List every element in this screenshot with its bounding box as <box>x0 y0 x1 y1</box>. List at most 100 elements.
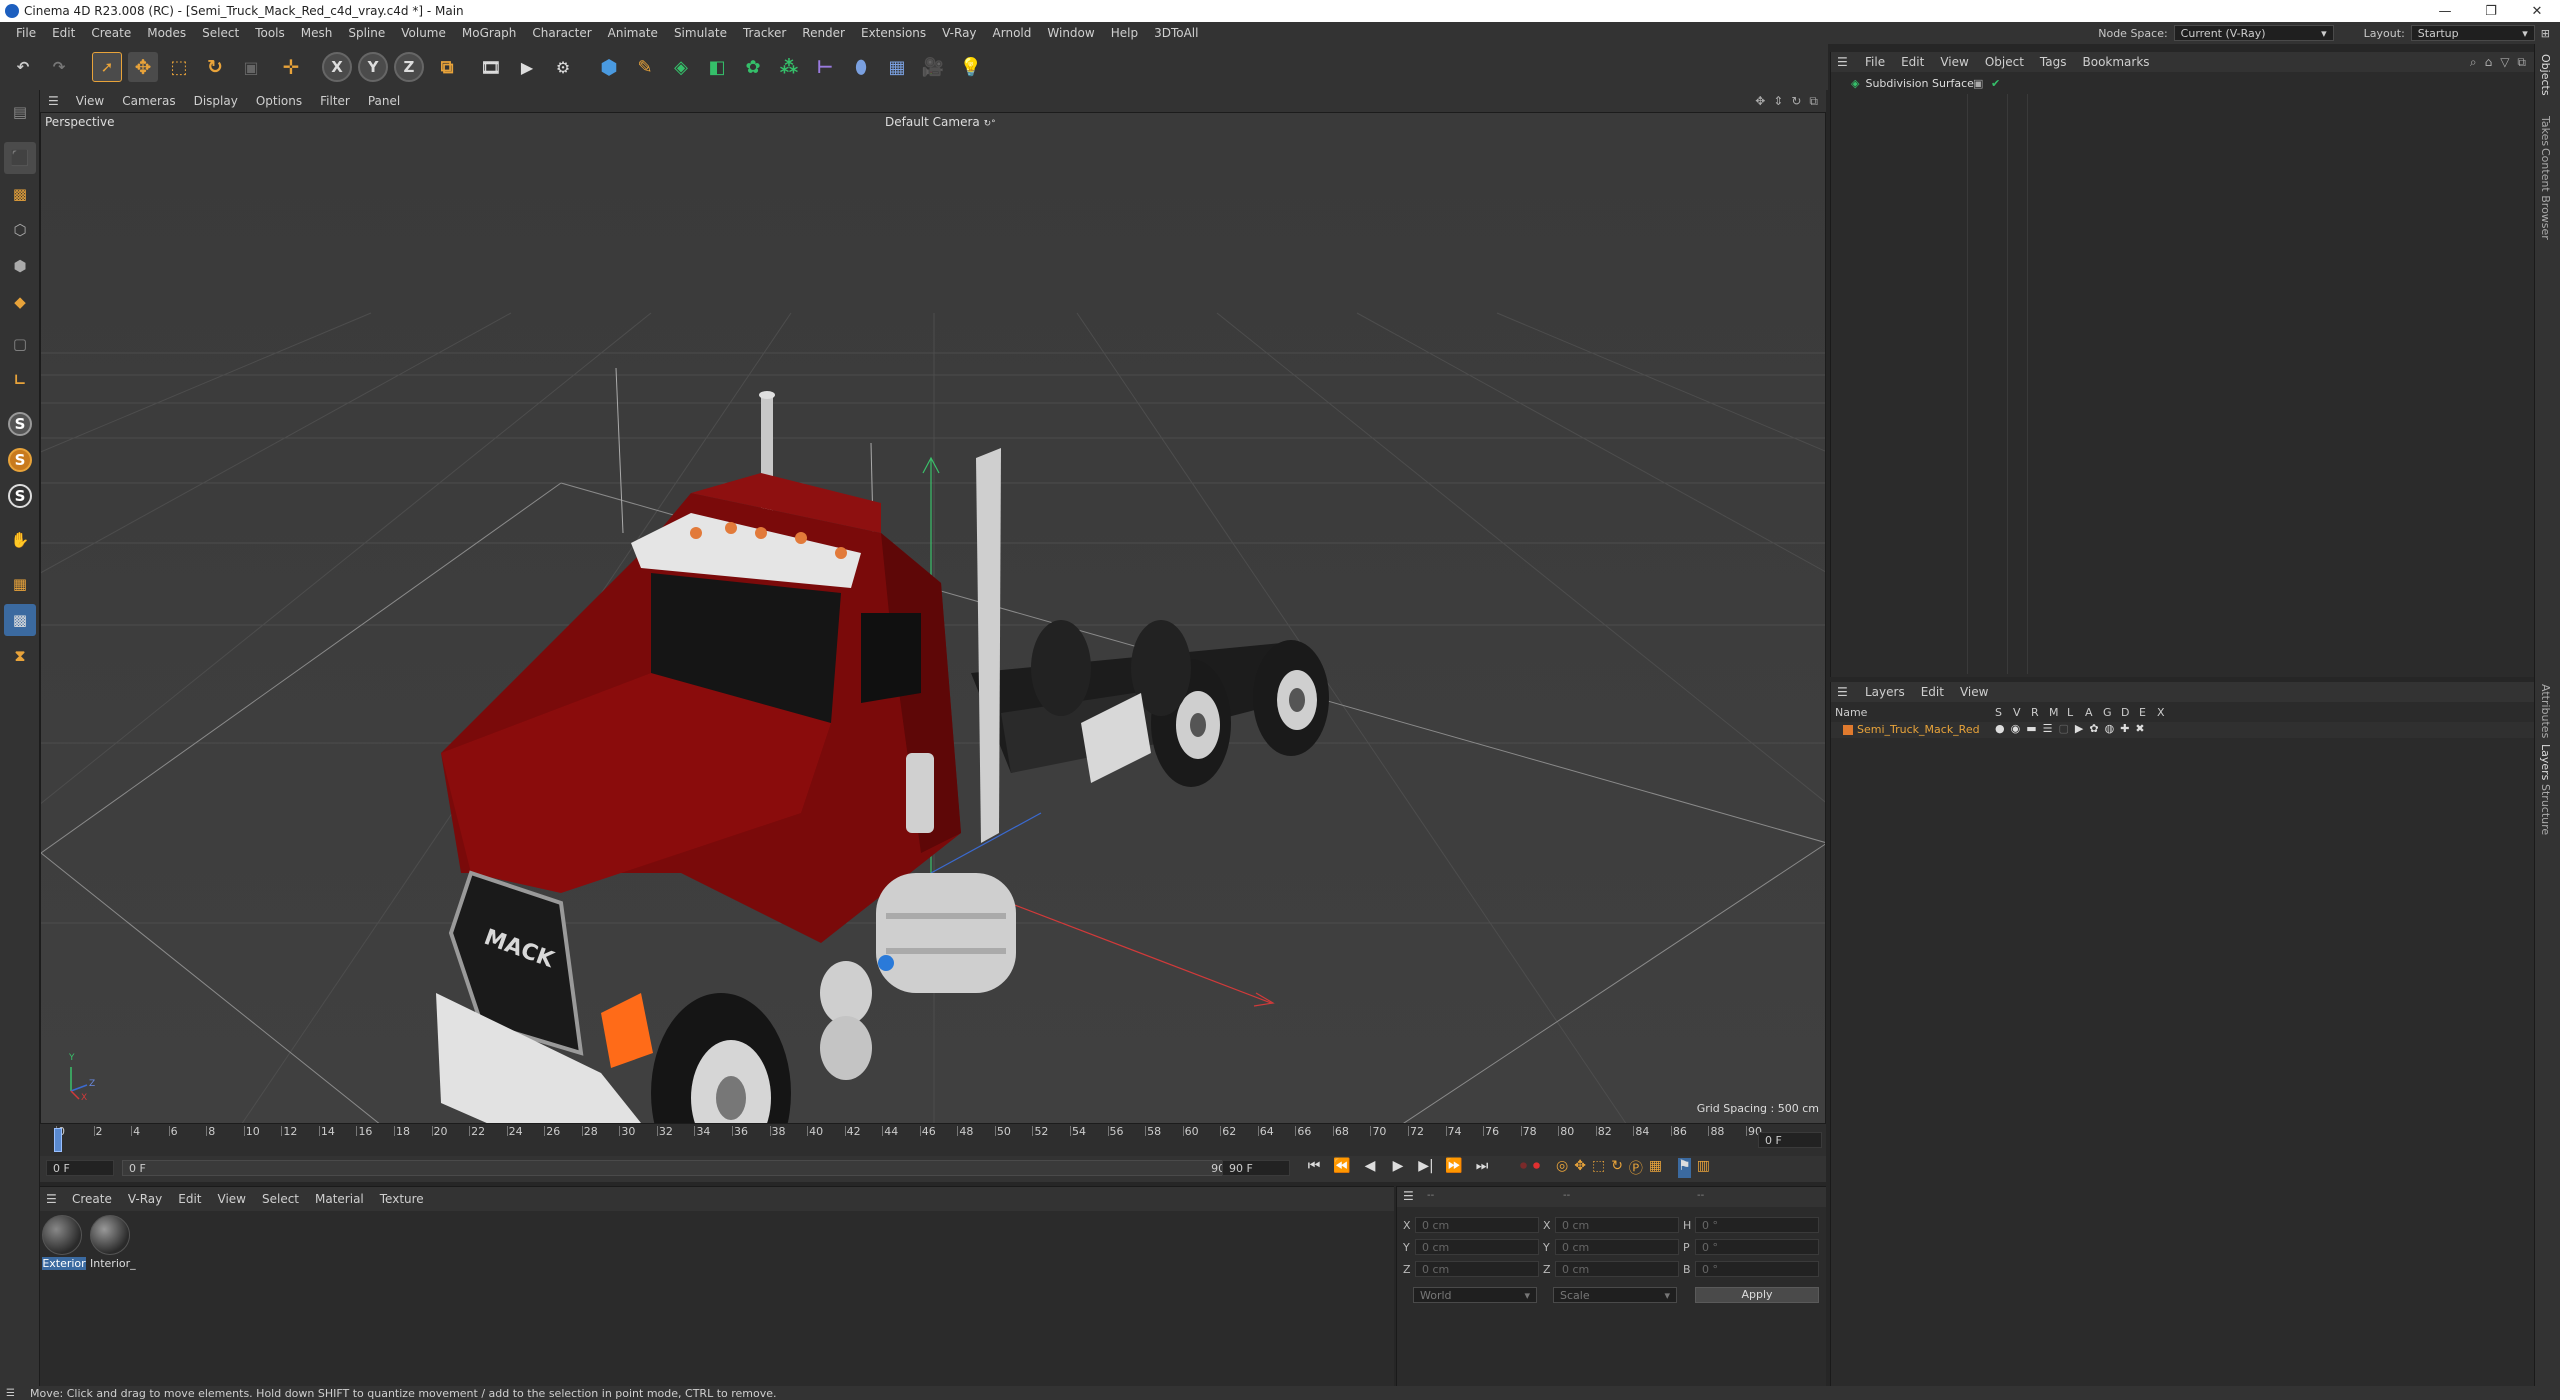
mograph-icon[interactable]: ⁂ <box>774 52 804 82</box>
playhead[interactable] <box>54 1128 62 1152</box>
hamburger-icon[interactable]: ☰ <box>1837 55 1848 69</box>
redo-icon[interactable]: ↷ <box>44 52 74 82</box>
tab-attributes[interactable]: Attributes <box>2539 684 2552 738</box>
pla-key-icon[interactable]: ▦ <box>1649 1158 1662 1178</box>
go-to-start-icon[interactable]: ⏮ <box>1302 1158 1326 1174</box>
scale-tool-icon[interactable]: ⬚ <box>164 52 194 82</box>
menu-tracker[interactable]: Tracker <box>735 26 794 40</box>
menu-extensions[interactable]: Extensions <box>853 26 934 40</box>
generators-icon[interactable]: ✿ <box>2089 722 2098 735</box>
preview-range-slider[interactable]: 0 F 90 F <box>122 1160 1242 1176</box>
menu-mesh[interactable]: Mesh <box>293 26 341 40</box>
edge-mode-icon[interactable]: ⬢ <box>4 250 36 282</box>
texture-mode-icon[interactable]: ▩ <box>4 178 36 210</box>
go-to-end-icon[interactable]: ⏭ <box>1470 1158 1494 1174</box>
tab-structure[interactable]: Structure <box>2539 784 2552 835</box>
layout-dropdown[interactable]: Startup ▾ <box>2410 25 2535 41</box>
next-key-icon[interactable]: ⏩ <box>1442 1158 1466 1174</box>
object-menu-edit[interactable]: Edit <box>1893 55 1932 69</box>
menu-volume[interactable]: Volume <box>393 26 454 40</box>
node-space-dropdown[interactable]: Current (V-Ray) ▾ <box>2173 25 2334 41</box>
start-frame-field[interactable]: 0 F <box>46 1160 114 1176</box>
rotate-tool-icon[interactable]: ↻ <box>200 52 230 82</box>
close-button[interactable]: ✕ <box>2514 0 2560 22</box>
brush-icon[interactable]: ✋ <box>4 524 36 556</box>
workplane-icon[interactable]: ∟ <box>4 364 36 396</box>
viewport-menu-options[interactable]: Options <box>247 94 311 108</box>
viewport-menu-view[interactable]: View <box>67 94 113 108</box>
previous-frame-icon[interactable]: ◀ <box>1358 1158 1382 1174</box>
xref-icon[interactable]: ✖ <box>2135 722 2144 735</box>
menu-tools[interactable]: Tools <box>247 26 293 40</box>
hamburger-icon[interactable]: ☰ <box>1837 685 1848 699</box>
tab-layers[interactable]: Layers <box>2539 744 2552 780</box>
animation-icon[interactable]: ▶ <box>2075 722 2083 735</box>
record-off-icon[interactable]: ⏺ <box>1520 1158 1527 1178</box>
grid-snap-icon[interactable]: ▦ <box>4 568 36 600</box>
undo-icon[interactable]: ↶ <box>8 52 38 82</box>
coord-mode-dropdown[interactable]: World ▾ <box>1413 1287 1537 1303</box>
enabled-check-icon[interactable]: ✔ <box>1991 77 2000 90</box>
move-tool-icon[interactable]: ✥ <box>128 52 158 82</box>
subdivision-generator-icon[interactable]: ◈ <box>666 52 696 82</box>
y-axis-lock-button[interactable]: Y <box>358 52 388 82</box>
menu-help[interactable]: Help <box>1103 26 1146 40</box>
layer-color-swatch[interactable] <box>1843 725 1853 735</box>
viewport-rotate-icon[interactable]: ↻ <box>1791 94 1801 109</box>
coord-size-y-field[interactable]: 0 cm <box>1555 1239 1679 1255</box>
play-icon[interactable]: ▶ <box>1386 1158 1410 1174</box>
layer-menu-view[interactable]: View <box>1952 685 1996 699</box>
position-key-icon[interactable]: ✥ <box>1574 1158 1586 1178</box>
render-settings-icon[interactable]: ⚙ <box>548 52 578 82</box>
menu-modes[interactable]: Modes <box>139 26 194 40</box>
coord-size-z-field[interactable]: 0 cm <box>1555 1261 1679 1277</box>
menu-window[interactable]: Window <box>1039 26 1102 40</box>
object-menu-bookmarks[interactable]: Bookmarks <box>2075 55 2158 69</box>
viewport-move-icon[interactable]: ✥ <box>1755 94 1765 109</box>
hamburger-icon[interactable]: ☰ <box>1403 1189 1414 1203</box>
parameter-key-icon[interactable]: Ⓟ <box>1629 1158 1643 1178</box>
viewport-perspective[interactable]: MACK Perspective Default Camera ↻° Grid … <box>40 112 1826 1124</box>
viewport-menu-cameras[interactable]: Cameras <box>113 94 184 108</box>
material-menu-texture[interactable]: Texture <box>372 1192 432 1206</box>
material-menu-vray[interactable]: V-Ray <box>120 1192 170 1206</box>
object-menu-tags[interactable]: Tags <box>2032 55 2075 69</box>
viewport-menu-display[interactable]: Display <box>185 94 247 108</box>
select-pointer-icon[interactable]: ➚ <box>92 52 122 82</box>
menu-mograph[interactable]: MoGraph <box>454 26 525 40</box>
minimize-button[interactable]: — <box>2422 0 2468 22</box>
viewport-zoom-icon[interactable]: ⇕ <box>1773 94 1783 109</box>
menu-3dtoall[interactable]: 3DToAll <box>1146 26 1206 40</box>
coord-pos-z-field[interactable]: 0 cm <box>1415 1261 1539 1277</box>
snap-s3-button[interactable]: S <box>4 480 36 512</box>
material-menu-create[interactable]: Create <box>64 1192 120 1206</box>
model-mode-icon[interactable]: ⬛ <box>4 142 36 174</box>
menu-create[interactable]: Create <box>83 26 139 40</box>
cube-primitive-icon[interactable]: ⬢ <box>594 52 624 82</box>
search-icon[interactable]: ⌕ <box>2470 55 2477 70</box>
material-menu-select[interactable]: Select <box>254 1192 307 1206</box>
recent-tools-icon[interactable]: ▣ <box>236 52 266 82</box>
point-mode-icon[interactable]: ⬡ <box>4 214 36 246</box>
menu-select[interactable]: Select <box>194 26 247 40</box>
pen-spline-icon[interactable]: ✎ <box>630 52 660 82</box>
coord-transform-dropdown[interactable]: Scale ▾ <box>1553 1287 1677 1303</box>
coord-rot-h-field[interactable]: 0 ° <box>1695 1217 1819 1233</box>
axis-tool-icon[interactable]: ✛ <box>276 52 306 82</box>
z-axis-lock-button[interactable]: Z <box>394 52 424 82</box>
restore-button[interactable]: ❐ <box>2468 0 2514 22</box>
rotation-key-icon[interactable]: ↻ <box>1611 1158 1623 1178</box>
floor-icon[interactable]: ▦ <box>882 52 912 82</box>
snap-s2-button[interactable]: S <box>4 444 36 476</box>
hamburger-icon[interactable]: ☰ <box>46 1192 57 1206</box>
next-frame-icon[interactable]: ▶| <box>1414 1158 1438 1174</box>
apply-button[interactable]: Apply <box>1695 1287 1819 1303</box>
expressions-icon[interactable]: ✚ <box>2120 722 2129 735</box>
menu-spline[interactable]: Spline <box>340 26 393 40</box>
light-icon[interactable]: 💡 <box>956 52 986 82</box>
menu-simulate[interactable]: Simulate <box>666 26 735 40</box>
autokey-icon[interactable]: ⏺ <box>1533 1158 1540 1178</box>
tab-content-browser[interactable]: Content Browser <box>2539 148 2552 240</box>
snap-s1-button[interactable]: S <box>4 408 36 440</box>
material-menu-edit[interactable]: Edit <box>170 1192 209 1206</box>
